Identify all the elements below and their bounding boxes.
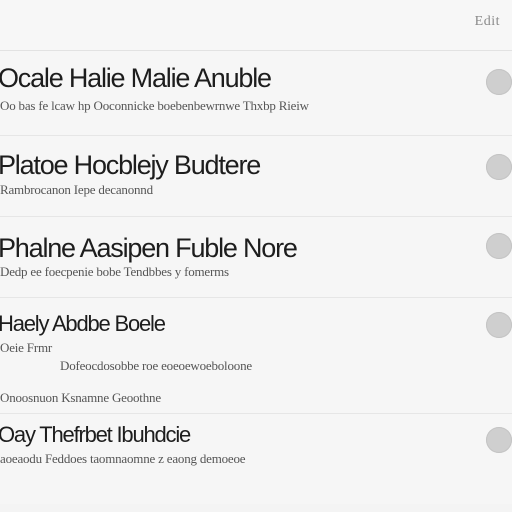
- list-item-subtitle: Oo bas fe lcaw hp Ooconnicke boebenbewrn…: [0, 98, 309, 113]
- toggle-switch[interactable]: [486, 427, 512, 453]
- list-item[interactable]: Phalne Aasipen Fuble Nore Dedp ee foecpe…: [0, 217, 512, 298]
- list-item[interactable]: Platoe Hocblejy Budtere Rambrocanon Iepe…: [0, 136, 512, 217]
- list-item[interactable]: Haely Abdbe Boele Oeie Frmr Dofeocdosobb…: [0, 298, 512, 414]
- toggle-switch[interactable]: [486, 233, 512, 259]
- toggle-switch[interactable]: [486, 312, 512, 338]
- list-item-subtitle: aoeaodu Feddoes taomnaomne z eaong demoe…: [0, 451, 246, 466]
- list-item-subtitle: Dedp ee foecpenie bobe Tendbbes y fomerm…: [0, 264, 229, 279]
- header-bar: Edit: [0, 0, 512, 51]
- list-item-subtitle: Rambrocanon Iepe decanonnd: [0, 182, 153, 197]
- list-item[interactable]: Oay Thefrbet Ibuhdcie aoeaodu Feddoes ta…: [0, 414, 512, 504]
- list-item-subtitle: Onoosnuon Ksnamne Geoothne: [0, 390, 161, 405]
- edit-button[interactable]: Edit: [475, 14, 500, 30]
- list-item-title: Platoe Hocblejy Budtere: [0, 150, 261, 180]
- toggle-switch[interactable]: [486, 69, 512, 95]
- list-item-title: Ocale Halie Malie Anuble: [0, 63, 272, 93]
- list-item-title: Oay Thefrbet Ibuhdcie: [0, 422, 191, 447]
- settings-list: Ocale Halie Malie Anuble Oo bas fe lcaw …: [0, 51, 512, 504]
- list-item-title: Haely Abdbe Boele: [0, 311, 166, 336]
- list-item-subtitle: Dofeocdosobbe roe eoeoewoeboloone: [60, 358, 252, 373]
- list-item[interactable]: Ocale Halie Malie Anuble Oo bas fe lcaw …: [0, 51, 512, 136]
- list-item-subtitle: Oeie Frmr: [0, 340, 52, 355]
- list-item-title: Phalne Aasipen Fuble Nore: [0, 233, 298, 263]
- toggle-switch[interactable]: [486, 154, 512, 180]
